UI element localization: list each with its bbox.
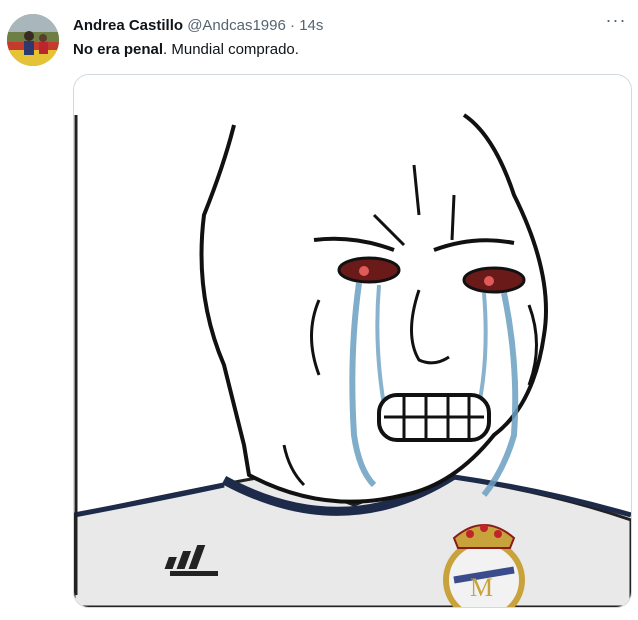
tweet-text: No era penal. Mundial comprado. — [73, 40, 299, 60]
timestamp[interactable]: 14s — [299, 17, 323, 34]
tweet-text-rest: . Mundial comprado. — [163, 41, 299, 58]
tweet[interactable]: Andrea Castillo @Andcas1996 · 14s ··· No… — [0, 0, 638, 620]
more-options-icon[interactable]: ··· — [604, 11, 628, 32]
avatar-image — [7, 14, 59, 66]
svg-text:M: M — [470, 573, 493, 602]
author-name[interactable]: Andrea Castillo — [73, 17, 183, 34]
tweet-media[interactable]: M — [73, 74, 632, 608]
tweet-header: Andrea Castillo @Andcas1996 · 14s — [73, 16, 323, 36]
separator-dot: · — [290, 17, 296, 34]
crying-wojak-image: M — [74, 75, 631, 607]
author-handle[interactable]: @Andcas1996 — [187, 17, 286, 34]
tweet-text-bold: No era penal — [73, 41, 164, 58]
avatar[interactable] — [7, 14, 59, 66]
